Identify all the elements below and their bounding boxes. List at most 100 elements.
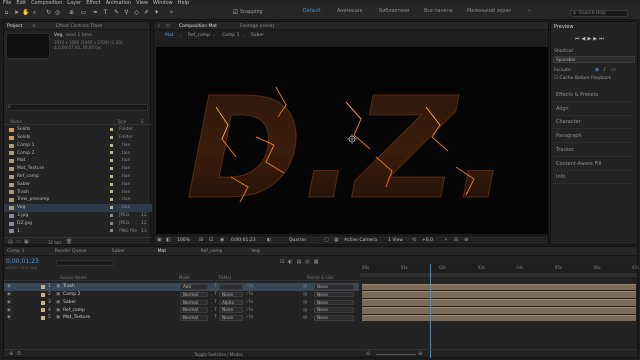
shortcut-dropdown[interactable]: Spacebar <box>553 56 635 63</box>
flowchart-icon[interactable]: ⊕ <box>464 237 468 243</box>
tab-composition[interactable]: Composition Mat <box>179 24 217 29</box>
label-swatch[interactable] <box>110 159 113 163</box>
col-name[interactable]: Name <box>10 119 22 124</box>
current-time-display[interactable]: 0;00;01;23 <box>231 238 256 243</box>
timeline-icon[interactable]: ⊟ <box>454 237 458 243</box>
layer-row[interactable]: ◉ 5 ▣ Mat_Texture Normal T None ⁄ fx @ None <box>4 314 359 322</box>
puppet-pin-tool-icon[interactable]: ✦ <box>153 9 160 16</box>
grid-icon[interactable]: ⊞ <box>199 237 203 243</box>
visibility-icon[interactable]: ◉ <box>7 284 11 289</box>
pickwhip-icon[interactable]: @ <box>303 308 308 313</box>
layer-duration-bar[interactable] <box>362 299 636 306</box>
pen-tool-icon[interactable]: ✒ <box>92 9 99 16</box>
col-trkmat[interactable]: TrkMat <box>218 275 231 280</box>
layer-row[interactable]: ◉ 4 ▣ Ref_comp Normal T None ⁄ fx @ None <box>4 306 359 314</box>
trkmat-dropdown[interactable]: Alpha <box>219 299 243 306</box>
layer-duration-bar[interactable] <box>362 291 636 298</box>
panel-tracker[interactable]: Tracker <box>553 144 635 157</box>
project-item[interactable]: Comp 1 ..tion <box>4 142 152 150</box>
label-swatch[interactable] <box>110 206 113 209</box>
workspace-default[interactable]: Default <box>303 9 321 14</box>
comp-flowchart-icon[interactable]: ⊕ <box>9 351 13 357</box>
trkmat-dropdown[interactable]: None <box>219 307 243 313</box>
eraser-tool-icon[interactable]: ◇ <box>133 9 140 16</box>
home-icon[interactable]: ⌂ <box>3 9 10 16</box>
tab-footage[interactable]: Footage (none) <box>240 24 274 29</box>
label-swatch[interactable] <box>41 285 45 289</box>
trkmat-dropdown[interactable] <box>219 284 243 290</box>
shy-icon[interactable]: ◐ <box>288 259 296 265</box>
label-swatch[interactable] <box>110 221 113 225</box>
zoom-out-icon[interactable]: ⊖ <box>366 351 370 357</box>
close-icon[interactable]: × <box>157 24 161 29</box>
layer-duration-bar[interactable] <box>362 314 636 322</box>
frame-blend-icon[interactable]: ▤ <box>297 259 306 265</box>
resolution-dropdown[interactable]: Quarter <box>289 238 306 243</box>
tab-project[interactable]: Project <box>7 24 22 29</box>
timeline-timecode[interactable]: 0;00;01;23 <box>6 258 39 265</box>
col-size[interactable]: S <box>141 119 144 124</box>
playhead[interactable] <box>430 264 432 358</box>
rectangle-tool-icon[interactable]: ▭ <box>80 9 87 16</box>
pickwhip-icon[interactable]: @ <box>303 284 308 289</box>
trkmat-dropdown[interactable]: None <box>219 315 243 321</box>
mask-visibility-icon[interactable]: ◧ <box>166 237 171 243</box>
layer-duration-bar[interactable] <box>362 307 636 314</box>
preserve-transparency-icon[interactable]: T <box>214 315 217 320</box>
search-help-input[interactable]: Search Help <box>570 10 628 17</box>
project-search-input[interactable] <box>6 104 148 111</box>
label-swatch[interactable] <box>110 151 113 155</box>
label-swatch[interactable] <box>110 198 113 202</box>
layer-name[interactable]: Ref_comp <box>63 308 85 313</box>
transparency-grid-icon[interactable]: ▦ <box>334 237 339 243</box>
draft-3d-icon[interactable]: ⊡ <box>280 259 288 265</box>
preserve-transparency-icon[interactable]: T <box>214 300 217 305</box>
project-item[interactable]: DZ.jpg JPEG 12 <box>4 220 152 228</box>
layer-row[interactable]: ◉ 3 ▣ Saber Normal T Alpha ⁄ fx @ None <box>4 299 359 307</box>
lock-icon[interactable]: ⊡ <box>166 24 170 29</box>
switches-icon[interactable]: ⁄ fx <box>247 292 253 297</box>
project-item[interactable]: Ref_comp ..tion <box>4 173 152 181</box>
composition-viewer[interactable]: D.Z. <box>156 47 548 234</box>
project-item[interactable]: Mat ..tion <box>4 157 152 165</box>
parent-dropdown[interactable]: None <box>314 315 354 321</box>
mode-dropdown[interactable]: Add <box>180 284 208 290</box>
preserve-transparency-icon[interactable]: T <box>214 284 217 289</box>
workspace-libraries[interactable]: Библиотеки <box>379 9 409 14</box>
timeline-tab-veg[interactable]: Veg <box>251 249 259 254</box>
project-item[interactable]: Mat_Texture ..tion <box>4 165 152 173</box>
preserve-transparency-icon[interactable]: T <box>214 308 217 313</box>
exposure-value[interactable]: +0,0 <box>422 238 433 243</box>
fast-previews-icon[interactable]: ⚡ <box>444 237 448 243</box>
col-mode[interactable]: Mode <box>179 275 190 280</box>
label-swatch[interactable] <box>110 190 113 194</box>
timeline-tab-render-queue[interactable]: Render Queue <box>55 249 87 254</box>
always-preview-icon[interactable]: ▣ <box>157 237 162 243</box>
roto-brush-tool-icon[interactable]: ✐ <box>143 9 150 16</box>
breadcrumb-saber[interactable]: Saber <box>251 33 264 38</box>
tab-menu-icon[interactable]: ≡ <box>32 24 36 29</box>
breadcrumb-mat[interactable]: Mat <box>165 33 173 38</box>
project-item[interactable]: 3.jpg JPEG 12 <box>4 212 152 220</box>
pickwhip-icon[interactable]: @ <box>303 292 308 297</box>
safe-zones-icon[interactable]: ⊡ <box>209 237 213 243</box>
visibility-icon[interactable]: ◉ <box>7 292 11 297</box>
mode-dropdown[interactable]: Normal <box>180 299 208 306</box>
panel-info[interactable]: Info <box>553 171 635 185</box>
timeline-tab-mat[interactable]: Mat <box>158 249 166 254</box>
panel-align[interactable]: Align <box>553 103 635 116</box>
label-swatch[interactable] <box>110 174 113 178</box>
workspace-animation[interactable]: Анимация <box>337 9 362 14</box>
interpret-footage-icon[interactable]: ▤ <box>8 239 13 245</box>
label-swatch[interactable] <box>110 182 113 186</box>
workspace-small-screen[interactable]: Маленький экран <box>467 9 511 14</box>
parent-dropdown[interactable]: None <box>314 299 354 306</box>
visibility-icon[interactable]: ◉ <box>7 300 11 305</box>
layer-name[interactable]: Mat_Texture <box>63 315 90 320</box>
rotate-tool-icon[interactable]: ↻ <box>45 9 52 16</box>
switches-icon[interactable]: ⁄ fx <box>247 308 253 313</box>
label-swatch[interactable] <box>110 229 113 233</box>
label-swatch[interactable] <box>41 308 45 313</box>
pan-behind-tool-icon[interactable]: ⊕ <box>68 9 75 16</box>
layer-name[interactable]: Trash <box>63 284 75 289</box>
